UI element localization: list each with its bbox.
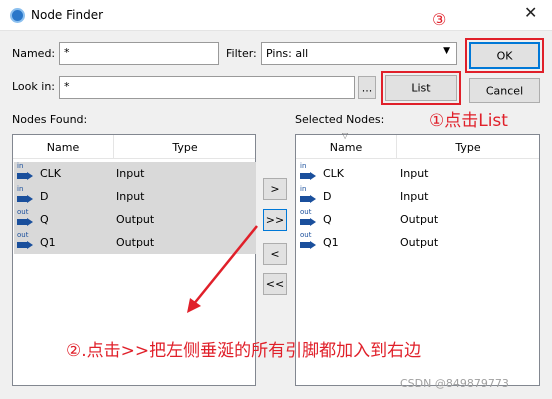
watermark: CSDN @849879773 (400, 377, 509, 390)
annotation-arrow-icon (187, 225, 258, 313)
